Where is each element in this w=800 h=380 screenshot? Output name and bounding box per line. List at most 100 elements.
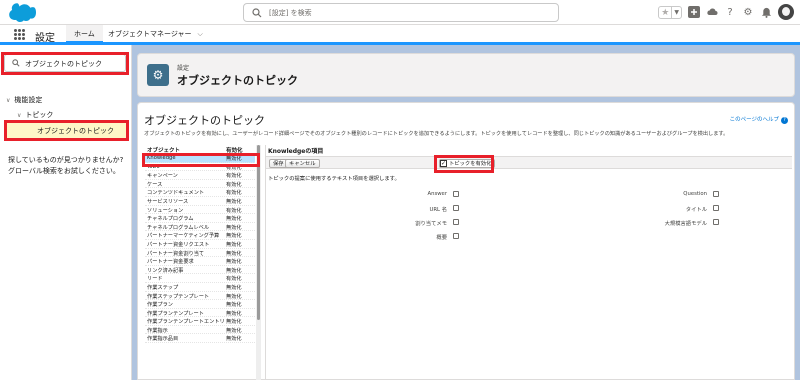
object-name: ソリューション <box>147 207 184 214</box>
setup-nav: オブジェクトのトピック ∨ 機能設定 ∨ トピック オブジェクトのトピック 探してい… <box>0 45 132 380</box>
field-instruction: トピックの提案に使用するテキスト項目を選択します。 <box>268 176 400 182</box>
tab-object-manager[interactable]: オブジェクトマネージャー ⌵ <box>108 25 203 43</box>
list-item[interactable]: 作業プラン 無効化 <box>145 300 255 309</box>
list-item[interactable]: ソリューション 有効化 <box>145 206 255 215</box>
app-launcher-icon[interactable] <box>14 29 25 40</box>
chevron-down-icon[interactable]: ⌵ <box>198 30 203 38</box>
field-label-answer: Answer <box>427 191 447 197</box>
object-name: パートナーマーケティング予算 <box>147 233 220 240</box>
app-name: 設定 <box>35 33 55 44</box>
object-status: 無効化 <box>226 336 242 343</box>
not-found-line-2: グローバル検索をお試しください。 <box>8 167 120 175</box>
field-checkbox-url-name[interactable] <box>453 205 459 211</box>
favorites-button[interactable]: ★ ▼ <box>658 5 682 19</box>
plus-icon[interactable] <box>688 6 700 18</box>
object-status: 有効化 <box>226 181 242 188</box>
list-item[interactable]: チャネルプログラムレベル 無効化 <box>145 223 255 232</box>
list-item[interactable]: 作業ステップ 無効化 <box>145 283 255 292</box>
field-checkbox-title[interactable] <box>713 205 719 211</box>
context-bar: 設定 ホーム オブジェクトマネージャー ⌵ <box>0 25 800 45</box>
object-status: 無効化 <box>226 293 242 300</box>
global-search-input[interactable]: [設定] を検索 <box>243 3 559 22</box>
object-name: サービスリソース <box>147 198 189 205</box>
highlight-box <box>4 120 129 141</box>
tab-home[interactable]: ホーム <box>66 25 103 43</box>
object-status: 無効化 <box>226 267 242 274</box>
chevron-down-icon[interactable]: ▼ <box>671 6 681 18</box>
object-name: コンテンツドキュメント <box>147 190 205 197</box>
field-checkbox-question[interactable] <box>713 191 719 197</box>
help-link-label: このページのヘルプ <box>729 117 779 123</box>
object-status: 無効化 <box>226 224 242 231</box>
object-status: 無効化 <box>226 319 242 326</box>
list-item[interactable]: サービスリソース 無効化 <box>145 197 255 206</box>
cancel-button[interactable]: キャンセル <box>285 159 320 168</box>
object-name: チャネルプログラムレベル <box>147 224 210 231</box>
list-item[interactable]: パートナー資金割り当て 無効化 <box>145 249 255 258</box>
page-kicker: 設定 <box>177 65 190 72</box>
object-name: キャンペーン <box>147 173 178 180</box>
fields-title: Knowledgeの項目 <box>268 148 324 155</box>
help-icon[interactable]: ? <box>724 6 736 18</box>
nav-item-topics[interactable]: ∨ トピック <box>17 110 53 120</box>
star-icon[interactable]: ★ <box>659 7 671 18</box>
help-link[interactable]: このページのヘルプ? <box>730 115 788 124</box>
nav-item-feature-settings[interactable]: ∨ 機能設定 <box>6 95 42 105</box>
list-item[interactable]: リード 有効化 <box>145 274 255 283</box>
object-rows: Knowledge 無効化 ToDo 有効化 キャンペーン 有効化 ケース 有効化 コンテンツド… <box>145 154 255 344</box>
list-item[interactable]: パートナーマーケティング予算 無効化 <box>145 231 255 240</box>
gear-icon[interactable]: ⚙ <box>742 6 754 18</box>
highlight-box <box>434 155 494 173</box>
object-name: パートナー資金割り当て <box>147 250 205 257</box>
chevron-down-icon: ∨ <box>6 97 11 104</box>
object-status: 有効化 <box>226 173 242 180</box>
avatar[interactable] <box>778 4 794 20</box>
object-list: オブジェクト 有効化 Knowledge 無効化 ToDo 有効化 キャンペーン 有効化ケ… <box>145 145 262 380</box>
bell-icon[interactable] <box>760 6 772 18</box>
field-checkbox-answer[interactable] <box>453 191 459 197</box>
object-name: 作業ステップ <box>147 284 179 291</box>
list-item[interactable]: パートナー資金リクエスト 無効化 <box>145 240 255 249</box>
field-label-question: Question <box>683 191 707 197</box>
fields-toolbar: 保存 キャンセル ✓ トピックを有効化 <box>266 156 792 169</box>
list-item[interactable]: チャネルプログラム 無効化 <box>145 214 255 223</box>
highlight-box <box>142 153 260 167</box>
field-checkbox-summary[interactable] <box>453 233 459 239</box>
field-checkbox-assignment-note[interactable] <box>453 219 459 225</box>
list-item[interactable]: リンク済み記事 無効化 <box>145 266 255 275</box>
list-item[interactable]: パートナー資金要求 無効化 <box>145 257 255 266</box>
list-item[interactable]: 作業指示 無効化 <box>145 326 255 335</box>
object-status: 無効化 <box>226 241 242 248</box>
list-item[interactable]: 作業プランテンプレートエントリ 無効化 <box>145 317 255 326</box>
list-item[interactable]: 作業ステップテンプレート 無効化 <box>145 292 255 301</box>
field-label-summary: 概要 <box>436 235 447 241</box>
list-item[interactable]: 作業プランテンプレート 無効化 <box>145 309 255 318</box>
list-item[interactable]: コンテンツドキュメント 有効化 <box>145 188 255 197</box>
scrollbar[interactable] <box>256 145 261 380</box>
list-item[interactable]: キャンペーン 有効化 <box>145 171 255 180</box>
list-item[interactable]: ケース 有効化 <box>145 180 255 189</box>
search-icon <box>252 8 262 18</box>
object-status: 無効化 <box>226 259 242 266</box>
object-name: パートナー資金要求 <box>147 259 194 266</box>
search-placeholder: [設定] を検索 <box>269 9 312 17</box>
field-label-title: タイトル <box>685 207 707 213</box>
cloud-icon[interactable] <box>706 6 718 18</box>
field-label-llm: 大規模言語モデル <box>664 221 707 227</box>
list-item[interactable]: 作業指示品目 無効化 <box>145 334 255 344</box>
section-title: オブジェクトのトピック <box>144 114 265 127</box>
gear-icon: ⚙ <box>147 64 169 86</box>
object-name: パートナー資金リクエスト <box>147 241 210 248</box>
field-checkbox-llm[interactable] <box>713 219 719 225</box>
object-name: 作業指示品目 <box>147 336 179 343</box>
object-name: リンク済み記事 <box>147 267 184 274</box>
header-icons: ★ ▼ ? ⚙ <box>658 4 794 20</box>
object-status: 無効化 <box>226 250 242 257</box>
page-header: ⚙ 設定 オブジェクトのトピック <box>137 53 795 97</box>
salesforce-logo[interactable] <box>8 3 36 22</box>
object-name: 作業プランテンプレート <box>147 310 204 317</box>
scrollbar-thumb[interactable] <box>257 145 260 320</box>
chevron-down-icon: ∨ <box>17 112 22 119</box>
object-status: 有効化 <box>226 190 242 197</box>
object-status: 有効化 <box>226 276 242 283</box>
